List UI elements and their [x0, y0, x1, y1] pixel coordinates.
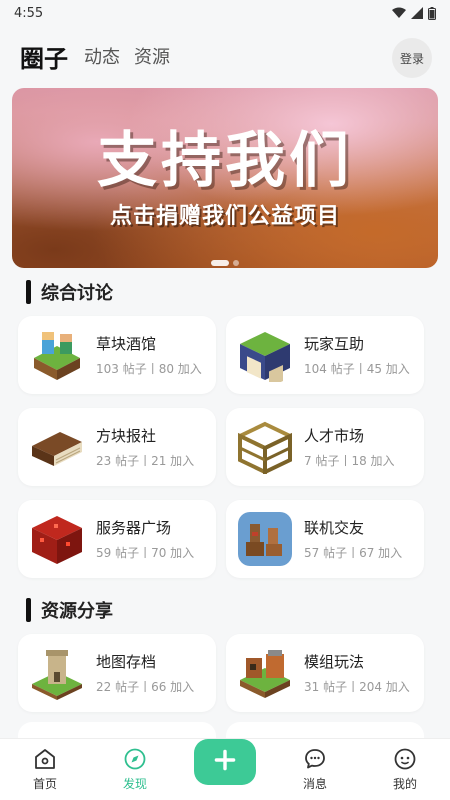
- chat-icon: [305, 749, 325, 769]
- status-bar: 4:55: [0, 0, 450, 26]
- llama-friends-icon: [238, 512, 292, 566]
- nav-home-label: 首页: [32, 777, 57, 791]
- login-button[interactable]: 登录: [392, 38, 432, 78]
- circle-name: 方块报社: [96, 427, 157, 445]
- map-tower-icon: [32, 650, 82, 700]
- nav-discover-label: 发现: [122, 777, 147, 791]
- publish-button[interactable]: [194, 738, 256, 785]
- circle-card[interactable]: 玩家互助 104 帖子丨45 加入: [226, 316, 424, 394]
- tab-circle[interactable]: 圈子: [20, 39, 68, 74]
- circle-stats: 104 帖子丨45 加入: [304, 362, 410, 376]
- circle-name: 联机交友: [304, 519, 365, 537]
- circle-stats: 7 帖子丨18 加入: [304, 454, 395, 468]
- home-icon: [35, 749, 55, 769]
- nav-profile-label: 我的: [392, 777, 417, 791]
- carousel-dot: [233, 260, 239, 266]
- compass-icon: [124, 748, 146, 770]
- bottom-nav: 首页 发现 消息 我的: [0, 738, 450, 800]
- banner-subtitle: 点击捐赠我们公益项目: [109, 204, 340, 229]
- resources-grid: 地图存档 22 帖子丨66 加入 模组玩法 31 帖子丨204 加入: [0, 632, 450, 712]
- plus-icon: [214, 749, 236, 770]
- circle-name: 服务器广场: [96, 519, 172, 537]
- circle-card[interactable]: 联机交友 57 帖子丨67 加入: [226, 500, 424, 578]
- circle-card[interactable]: 服务器广场 59 帖子丨70 加入: [18, 500, 216, 578]
- circle-card[interactable]: 草块酒馆 103 帖子丨80 加入: [18, 316, 216, 394]
- mod-village-icon: [240, 650, 290, 698]
- brown-book-icon: [32, 432, 82, 466]
- section-header-discussion: 综合讨论: [0, 270, 450, 314]
- tab-resources[interactable]: 资源: [134, 43, 170, 69]
- circle-stats: 57 帖子丨67 加入: [304, 546, 403, 560]
- circle-name: 人才市场: [304, 427, 365, 445]
- nav-home[interactable]: 首页: [10, 747, 80, 792]
- carousel-dot-active: [211, 260, 229, 266]
- circle-name: 地图存档: [96, 653, 157, 671]
- circle-stats: 22 帖子丨66 加入: [96, 680, 195, 694]
- circle-card[interactable]: 模组玩法 31 帖子丨204 加入: [226, 634, 424, 712]
- circle-name: 玩家互助: [304, 335, 365, 353]
- circle-stats: 31 帖子丨204 加入: [304, 680, 410, 694]
- circle-stats: 103 帖子丨80 加入: [96, 362, 202, 376]
- nav-profile[interactable]: 我的: [370, 747, 440, 792]
- nav-publish[interactable]: [190, 738, 260, 785]
- signal-icon: [411, 7, 423, 19]
- nav-messages[interactable]: 消息: [280, 747, 350, 792]
- section-title: 综合讨论: [41, 283, 113, 304]
- circle-card[interactable]: 地图存档 22 帖子丨66 加入: [18, 634, 216, 712]
- circle-stats: 59 帖子丨70 加入: [96, 546, 195, 560]
- status-time: 4:55: [14, 5, 44, 21]
- status-icons: [392, 6, 436, 20]
- red-block-icon: [32, 516, 82, 564]
- discussion-grid: 草块酒馆 103 帖子丨80 加入 玩家互助 104 帖子丨45 加入 方块报社…: [0, 314, 450, 578]
- circle-name: 草块酒馆: [96, 335, 157, 353]
- section-marker: [26, 280, 31, 304]
- battery-icon: [428, 6, 436, 20]
- tab-dynamics[interactable]: 动态: [84, 43, 120, 69]
- scaffold-block-icon: [238, 421, 292, 474]
- face-icon: [394, 748, 416, 770]
- tavern-block-icon: [34, 332, 80, 380]
- wifi-icon: [392, 7, 406, 18]
- section-header-resources: 资源分享: [0, 588, 450, 632]
- nav-discover[interactable]: 发现: [100, 747, 170, 792]
- top-nav: 圈子 动态 资源 登录: [0, 26, 450, 86]
- circle-stats: 23 帖子丨21 加入: [96, 454, 195, 468]
- section-marker: [26, 598, 31, 622]
- banner-title: 支持我们: [97, 126, 353, 196]
- circle-card[interactable]: 方块报社 23 帖子丨21 加入: [18, 408, 216, 486]
- section-title: 资源分享: [41, 601, 113, 622]
- circle-name: 模组玩法: [304, 653, 365, 671]
- book-block-icon: [240, 332, 290, 382]
- donation-banner[interactable]: 支持我们 点击捐赠我们公益项目: [12, 88, 438, 268]
- nav-messages-label: 消息: [302, 777, 327, 791]
- carousel-indicator: [211, 260, 239, 266]
- circle-card[interactable]: 人才市场 7 帖子丨18 加入: [226, 408, 424, 486]
